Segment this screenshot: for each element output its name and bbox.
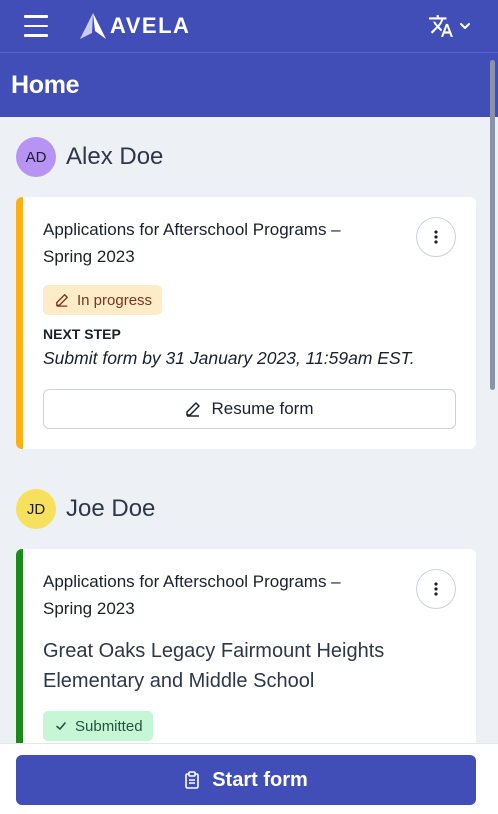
chevron-down-icon <box>460 23 470 29</box>
start-form-label: Start form <box>212 768 308 791</box>
status-label: In progress <box>77 291 153 309</box>
status-accent-bar <box>16 549 23 769</box>
pencil-icon <box>55 293 69 307</box>
start-form-button[interactable]: Start form <box>16 755 476 805</box>
status-badge: Submitted <box>43 711 153 741</box>
application-title: Applications for Afterschool Programs – … <box>43 220 341 266</box>
top-navigation-bar: AVELA <box>0 0 498 53</box>
footer-bar: Start form <box>0 743 498 814</box>
application-card-alex: Applications for Afterschool Programs – … <box>16 197 476 449</box>
school-name: Great Oaks Legacy Fairmount Heights Elem… <box>43 640 385 692</box>
resume-form-button[interactable]: Resume form <box>43 389 456 429</box>
status-badge: In progress <box>43 285 163 315</box>
status-label: Submitted <box>75 717 143 735</box>
check-icon <box>55 720 67 732</box>
more-options-button[interactable] <box>416 217 456 257</box>
student-name: Alex Doe <box>66 143 164 170</box>
brand-logo[interactable]: AVELA <box>78 12 190 40</box>
page-title: Home <box>11 71 80 99</box>
application-title: Applications for Afterschool Programs – … <box>43 572 341 618</box>
hamburger-menu-icon[interactable] <box>24 15 48 37</box>
next-step-label: NEXT STEP <box>43 326 121 342</box>
student-header-joe: JD Joe Doe <box>16 489 155 529</box>
kebab-menu-icon <box>434 230 438 244</box>
student-name: Joe Doe <box>66 495 156 522</box>
language-selector[interactable] <box>428 13 472 39</box>
more-options-button[interactable] <box>416 569 456 609</box>
brand-name: AVELA <box>110 13 191 38</box>
translate-icon <box>429 15 453 37</box>
avela-logo-icon <box>80 13 106 39</box>
scrollbar[interactable] <box>490 60 495 390</box>
resume-form-label: Resume form <box>211 399 314 418</box>
avatar: JD <box>16 489 56 529</box>
next-step-text: Submit form by 31 January 2023, 11:59am … <box>43 348 415 368</box>
page-header: Home <box>0 53 498 117</box>
avatar: AD <box>16 137 56 177</box>
status-accent-bar <box>16 197 23 449</box>
student-header-alex: AD Alex Doe <box>16 137 163 177</box>
pencil-icon <box>185 401 201 417</box>
kebab-menu-icon <box>434 582 438 596</box>
application-card-joe: Applications for Afterschool Programs – … <box>16 549 476 769</box>
clipboard-icon <box>184 771 200 789</box>
